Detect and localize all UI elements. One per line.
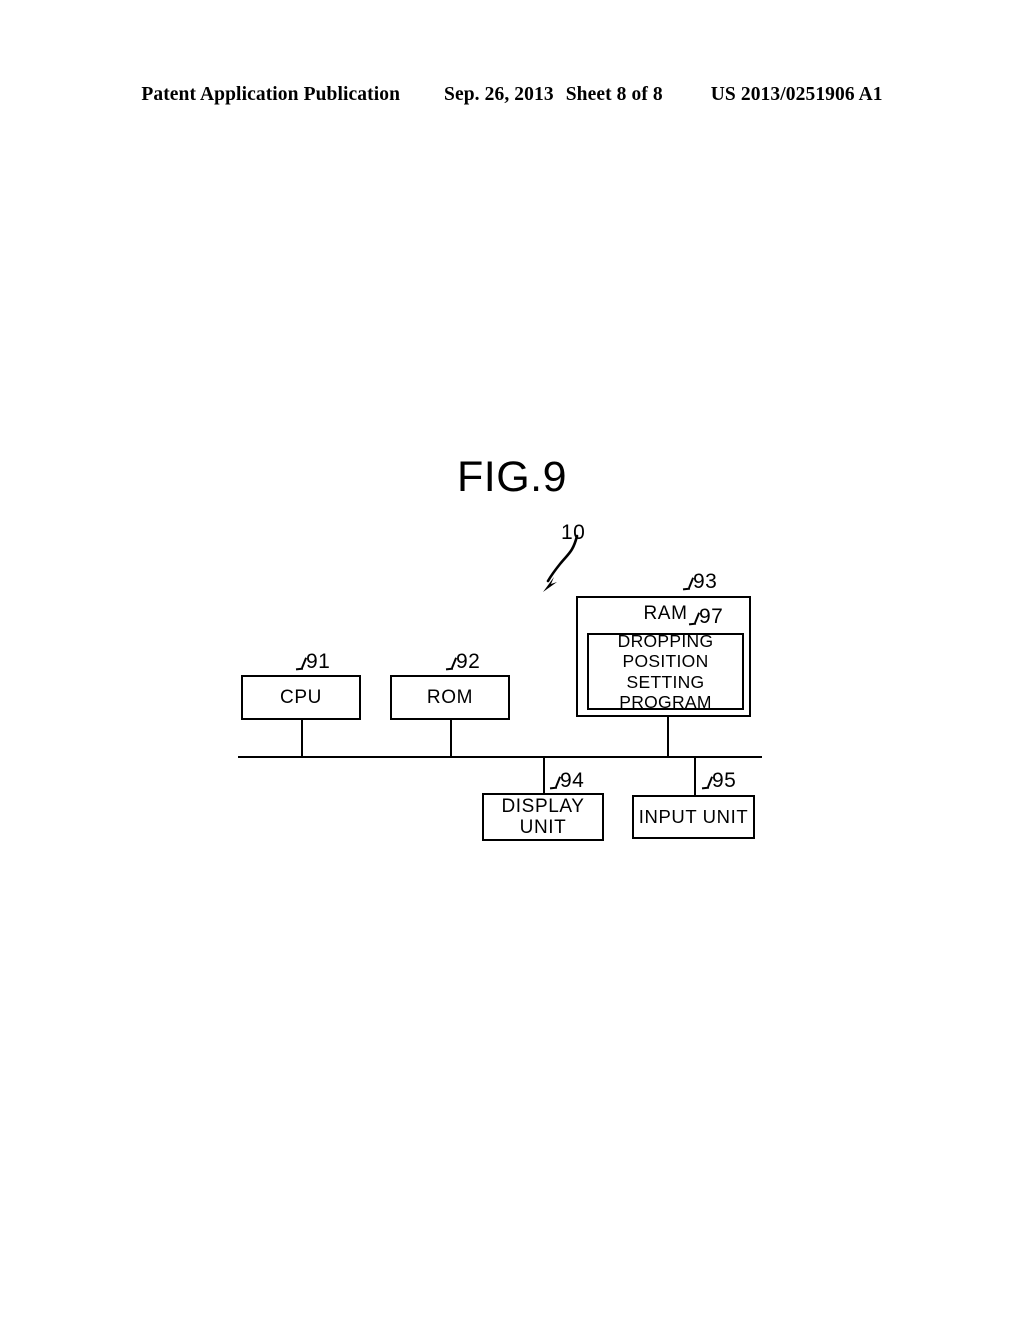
figure-title: FIG.9 [456,453,568,501]
block-cpu: CPU [241,675,361,720]
reference-numeral-94: 94 [550,769,584,793]
reference-numeral-92-text: 92 [456,650,481,673]
callout-arrow-icon [543,534,579,592]
block-ram-label: RAM [643,603,688,624]
block-rom: ROM [390,675,510,720]
connector-bus-to-input-unit [694,756,696,796]
block-display-unit: DISPLAY UNIT [482,793,604,841]
leader-hook-icon [702,776,711,789]
leader-hook-icon [550,776,559,789]
figure-9-diagram: FIG.9 10 91 CPU 92 ROM 93 RAM DROPPING P… [0,0,1024,1320]
block-display-unit-label: DISPLAY UNIT [501,795,585,838]
leader-hook-icon [446,657,455,670]
reference-numeral-92: 92 [446,650,480,674]
block-input-unit-label: INPUT UNIT [638,805,749,827]
reference-numeral-97: 97 [689,605,723,629]
block-input-unit: INPUT UNIT [632,795,755,839]
connector-rom-to-bus [450,719,452,757]
connector-bus-to-display-unit [543,756,545,794]
reference-numeral-93: 93 [683,570,717,594]
block-program-label: DROPPING POSITION SETTING PROGRAM [617,630,714,712]
reference-numeral-94-text: 94 [560,769,585,792]
block-ram: RAM DROPPING POSITION SETTING PROGRAM [576,596,751,717]
leader-hook-icon [689,612,698,625]
reference-numeral-91: 91 [296,650,330,674]
connector-ram-to-bus [667,716,669,757]
reference-numeral-97-text: 97 [699,605,724,628]
block-rom-label: ROM [426,686,474,708]
reference-numeral-91-text: 91 [306,650,331,673]
block-dropping-position-setting-program: DROPPING POSITION SETTING PROGRAM [587,630,744,712]
reference-numeral-95: 95 [702,769,736,793]
leader-hook-icon [683,577,692,590]
connector-cpu-to-bus [301,719,303,757]
system-bus-line [238,756,762,758]
reference-numeral-95-text: 95 [712,769,737,792]
block-cpu-label: CPU [280,686,322,708]
leader-hook-icon [296,657,305,670]
reference-numeral-93-text: 93 [693,570,718,593]
